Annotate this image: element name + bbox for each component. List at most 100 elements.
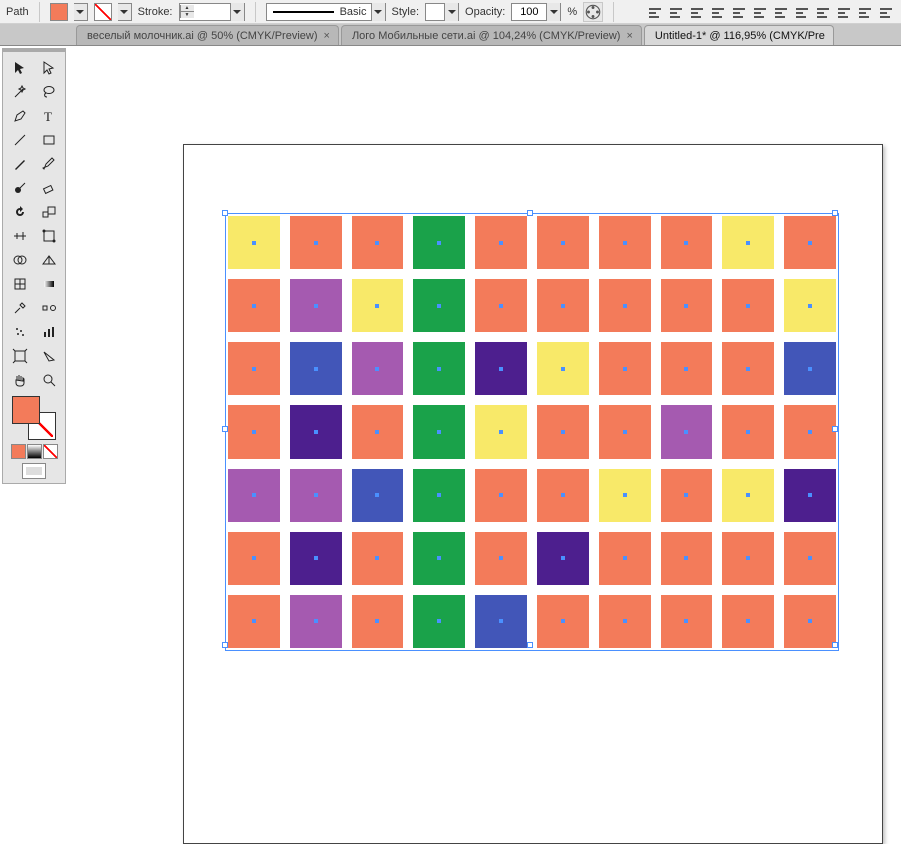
- grid-square[interactable]: [228, 469, 280, 522]
- grid-square[interactable]: [352, 532, 404, 585]
- opacity-field[interactable]: [511, 3, 561, 21]
- selection-tool[interactable]: [6, 57, 33, 79]
- gradient-tool[interactable]: [35, 273, 62, 295]
- grid-square[interactable]: [784, 532, 836, 585]
- rotate-tool[interactable]: [6, 201, 33, 223]
- stroke-weight-dropdown[interactable]: [230, 3, 244, 21]
- grid-square[interactable]: [413, 532, 465, 585]
- grid-square[interactable]: [599, 532, 651, 585]
- grid-square[interactable]: [475, 279, 527, 332]
- grid-square[interactable]: [290, 405, 342, 458]
- grid-square[interactable]: [413, 342, 465, 395]
- align-horizontal-center-button[interactable]: [667, 3, 685, 21]
- grid-square[interactable]: [228, 532, 280, 585]
- slice-tool[interactable]: [35, 345, 62, 367]
- grid-square[interactable]: [228, 405, 280, 458]
- grid-square[interactable]: [475, 342, 527, 395]
- opacity-input[interactable]: [512, 4, 546, 20]
- color-mode-gradient[interactable]: [27, 444, 42, 459]
- grid-square[interactable]: [537, 405, 589, 458]
- rectangle-tool[interactable]: [35, 129, 62, 151]
- grid-square[interactable]: [722, 342, 774, 395]
- grid-square[interactable]: [722, 279, 774, 332]
- grid-square[interactable]: [475, 405, 527, 458]
- fill-color-well[interactable]: [12, 396, 40, 424]
- line-tool[interactable]: [6, 129, 33, 151]
- document-tab[interactable]: веселый молочник.ai @ 50% (CMYK/Preview)…: [76, 25, 339, 45]
- grid-square[interactable]: [228, 595, 280, 648]
- color-mode-solid[interactable]: [11, 444, 26, 459]
- distribute-vertical-center-button[interactable]: [835, 3, 853, 21]
- symbol-sprayer-tool[interactable]: [6, 321, 33, 343]
- grid-square[interactable]: [352, 342, 404, 395]
- blob-brush-tool[interactable]: [6, 177, 33, 199]
- grid-square[interactable]: [352, 405, 404, 458]
- scale-tool[interactable]: [35, 201, 62, 223]
- document-tab[interactable]: Лого Мобильные сети.ai @ 104,24% (CMYK/P…: [341, 25, 642, 45]
- grid-square[interactable]: [722, 216, 774, 269]
- distribute-vertical-button[interactable]: [814, 3, 832, 21]
- grid-square[interactable]: [475, 595, 527, 648]
- align-vertical-bottom-button[interactable]: [751, 3, 769, 21]
- grid-square[interactable]: [722, 405, 774, 458]
- grid-square[interactable]: [599, 469, 651, 522]
- grid-square[interactable]: [599, 595, 651, 648]
- distribute-spacing-v-button[interactable]: [877, 3, 895, 21]
- shape-builder-tool[interactable]: [6, 249, 33, 271]
- close-icon[interactable]: ×: [324, 30, 330, 42]
- grid-square[interactable]: [661, 532, 713, 585]
- blend-tool[interactable]: [35, 297, 62, 319]
- fill-swatch[interactable]: [50, 3, 68, 21]
- graph-tool[interactable]: [35, 321, 62, 343]
- grid-square[interactable]: [352, 216, 404, 269]
- brush-def-field[interactable]: Basic: [266, 3, 386, 21]
- grid-square[interactable]: [722, 532, 774, 585]
- style-dropdown[interactable]: [444, 3, 458, 21]
- grid-square[interactable]: [722, 469, 774, 522]
- grid-square[interactable]: [228, 342, 280, 395]
- grid-square[interactable]: [228, 216, 280, 269]
- grid-square[interactable]: [475, 469, 527, 522]
- grid-square[interactable]: [661, 342, 713, 395]
- grid-square[interactable]: [661, 216, 713, 269]
- selected-objects-group[interactable]: [228, 216, 836, 648]
- grid-square[interactable]: [290, 216, 342, 269]
- grid-square[interactable]: [537, 532, 589, 585]
- grid-square[interactable]: [290, 469, 342, 522]
- grid-square[interactable]: [537, 469, 589, 522]
- grid-square[interactable]: [599, 342, 651, 395]
- grid-square[interactable]: [290, 342, 342, 395]
- canvas-area[interactable]: [68, 46, 901, 693]
- grid-square[interactable]: [413, 279, 465, 332]
- align-vertical-center-button[interactable]: [730, 3, 748, 21]
- graphic-style-field[interactable]: [425, 3, 459, 21]
- eraser-tool[interactable]: [35, 177, 62, 199]
- eyedropper-tool[interactable]: [6, 297, 33, 319]
- grid-square[interactable]: [290, 532, 342, 585]
- grid-square[interactable]: [784, 342, 836, 395]
- fill-stroke-well[interactable]: [12, 396, 56, 440]
- grid-square[interactable]: [352, 279, 404, 332]
- width-tool[interactable]: [6, 225, 33, 247]
- mesh-tool[interactable]: [6, 273, 33, 295]
- grid-square[interactable]: [413, 595, 465, 648]
- free-transform-tool[interactable]: [35, 225, 62, 247]
- stroke-weight-field[interactable]: ▲▼: [179, 3, 245, 21]
- hand-tool[interactable]: [6, 369, 33, 391]
- distribute-spacing-h-button[interactable]: [856, 3, 874, 21]
- opacity-dropdown[interactable]: [546, 3, 560, 21]
- document-tab[interactable]: Untitled-1* @ 116,95% (CMYK/Pre: [644, 25, 834, 45]
- grid-square[interactable]: [784, 405, 836, 458]
- grid-square[interactable]: [537, 216, 589, 269]
- grid-square[interactable]: [413, 216, 465, 269]
- distribute-horizontal-center-button[interactable]: [793, 3, 811, 21]
- align-horizontal-left-button[interactable]: [646, 3, 664, 21]
- grid-square[interactable]: [599, 279, 651, 332]
- stroke-dropdown[interactable]: [118, 3, 132, 21]
- grid-square[interactable]: [413, 469, 465, 522]
- grid-square[interactable]: [784, 279, 836, 332]
- brush-dropdown[interactable]: [371, 3, 385, 21]
- grid-square[interactable]: [475, 532, 527, 585]
- grid-square[interactable]: [599, 216, 651, 269]
- stroke-swatch[interactable]: [94, 3, 112, 21]
